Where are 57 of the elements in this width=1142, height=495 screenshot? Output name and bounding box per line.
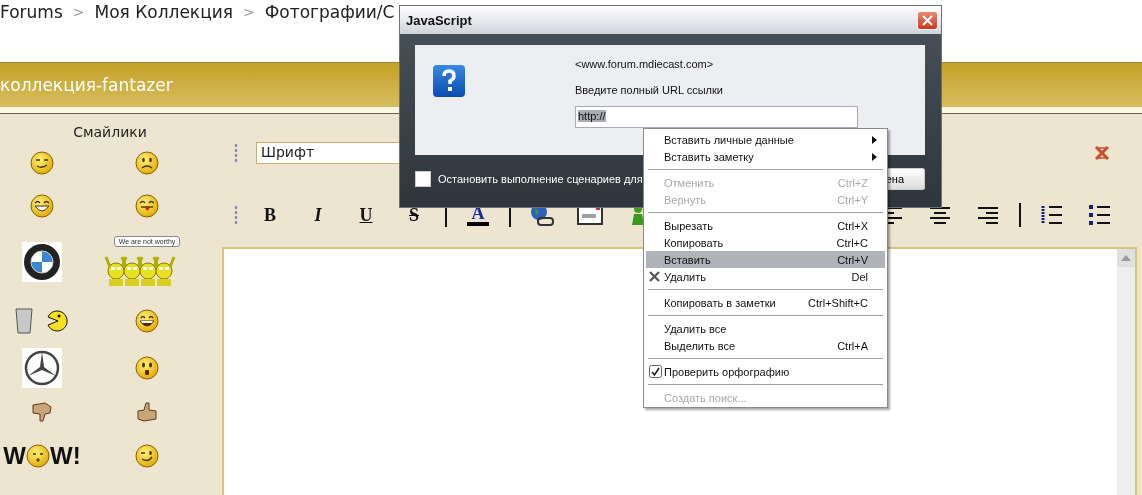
remove-format-icon[interactable] <box>1094 145 1110 161</box>
thumbs-up-icon[interactable] <box>136 402 158 422</box>
laughing-face-icon[interactable] <box>30 194 54 218</box>
thumbs-down-icon[interactable] <box>31 402 53 422</box>
scrollbar[interactable] <box>1117 249 1135 495</box>
menu-item[interactable]: Проверить орфографию <box>646 363 885 380</box>
breadcrumb-separator: > <box>72 3 85 22</box>
menu-item[interactable]: Копировать Ctrl+C <box>646 234 885 251</box>
italic-button[interactable]: I <box>294 203 342 227</box>
chomping-face-icon[interactable] <box>47 310 69 332</box>
menu-item[interactable]: Выделить все Ctrl+A <box>646 337 885 354</box>
toolbar-grip[interactable] <box>234 143 238 163</box>
menu-item[interactable]: Удалить все <box>646 320 885 337</box>
cup-icon[interactable] <box>15 308 33 334</box>
sad-face-icon[interactable] <box>135 151 159 175</box>
menu-item[interactable]: Вырезать Ctrl+X <box>646 217 885 234</box>
breadcrumb-link[interactable]: Моя Коллекция <box>94 0 233 24</box>
wow-letters: W <box>3 443 26 469</box>
tongue-out-face-icon[interactable] <box>135 194 159 218</box>
grinning-face-icon[interactable] <box>135 309 159 333</box>
smiley-icon[interactable] <box>30 151 54 175</box>
smileys-title: Смайлики <box>72 123 148 142</box>
breadcrumb-separator: > <box>243 3 255 22</box>
prompt-text: Введите полный URL ссылки <box>575 84 724 98</box>
dazed-face-icon[interactable] <box>26 444 50 468</box>
align-center-icon[interactable] <box>928 205 952 225</box>
breadcrumb-link[interactable]: Forums <box>0 0 63 24</box>
delete-icon <box>649 271 660 282</box>
site-address: <www.forum.mdiecast.com> <box>575 58 715 72</box>
bold-button[interactable]: B <box>246 203 294 227</box>
window-title: JavaScript <box>406 12 472 28</box>
close-button[interactable] <box>917 10 938 30</box>
breadcrumb-link[interactable]: Фотографии/С <box>264 0 395 24</box>
wow-letters: W! <box>50 443 81 469</box>
bullet-list-icon[interactable] <box>1088 204 1112 226</box>
toolbar-grip[interactable] <box>234 205 238 225</box>
roundel-icon[interactable] <box>22 242 62 282</box>
url-field[interactable]: http:// <box>575 106 858 128</box>
menu-item[interactable]: Вставить личные данные <box>646 131 885 148</box>
image-icon[interactable] <box>577 205 603 225</box>
checkbox-label: Остановить выполнение сценариев для <box>438 173 643 185</box>
menu-item[interactable]: Вставить Ctrl+V <box>646 251 885 268</box>
question-icon <box>432 64 466 98</box>
menu-item[interactable]: Копировать в заметки Ctrl+Shift+C <box>646 294 885 311</box>
header-title: коллекция-fantazer <box>0 75 173 95</box>
numbered-list-icon[interactable] <box>1040 204 1064 226</box>
surprised-face-icon[interactable] <box>135 356 159 380</box>
checkbox[interactable] <box>415 171 431 187</box>
three-point-star-icon[interactable] <box>22 348 62 388</box>
underline-button[interactable]: U <box>342 203 390 227</box>
align-right-icon[interactable] <box>976 205 1000 225</box>
up-arrow-icon <box>1121 255 1131 261</box>
strikethrough-button[interactable]: S <box>390 203 438 227</box>
close-icon <box>922 14 933 26</box>
menu-item[interactable]: Удалить Del <box>646 268 885 285</box>
winking-face-icon[interactable] <box>135 444 159 468</box>
menu-item[interactable]: Вставить заметку <box>646 148 885 165</box>
